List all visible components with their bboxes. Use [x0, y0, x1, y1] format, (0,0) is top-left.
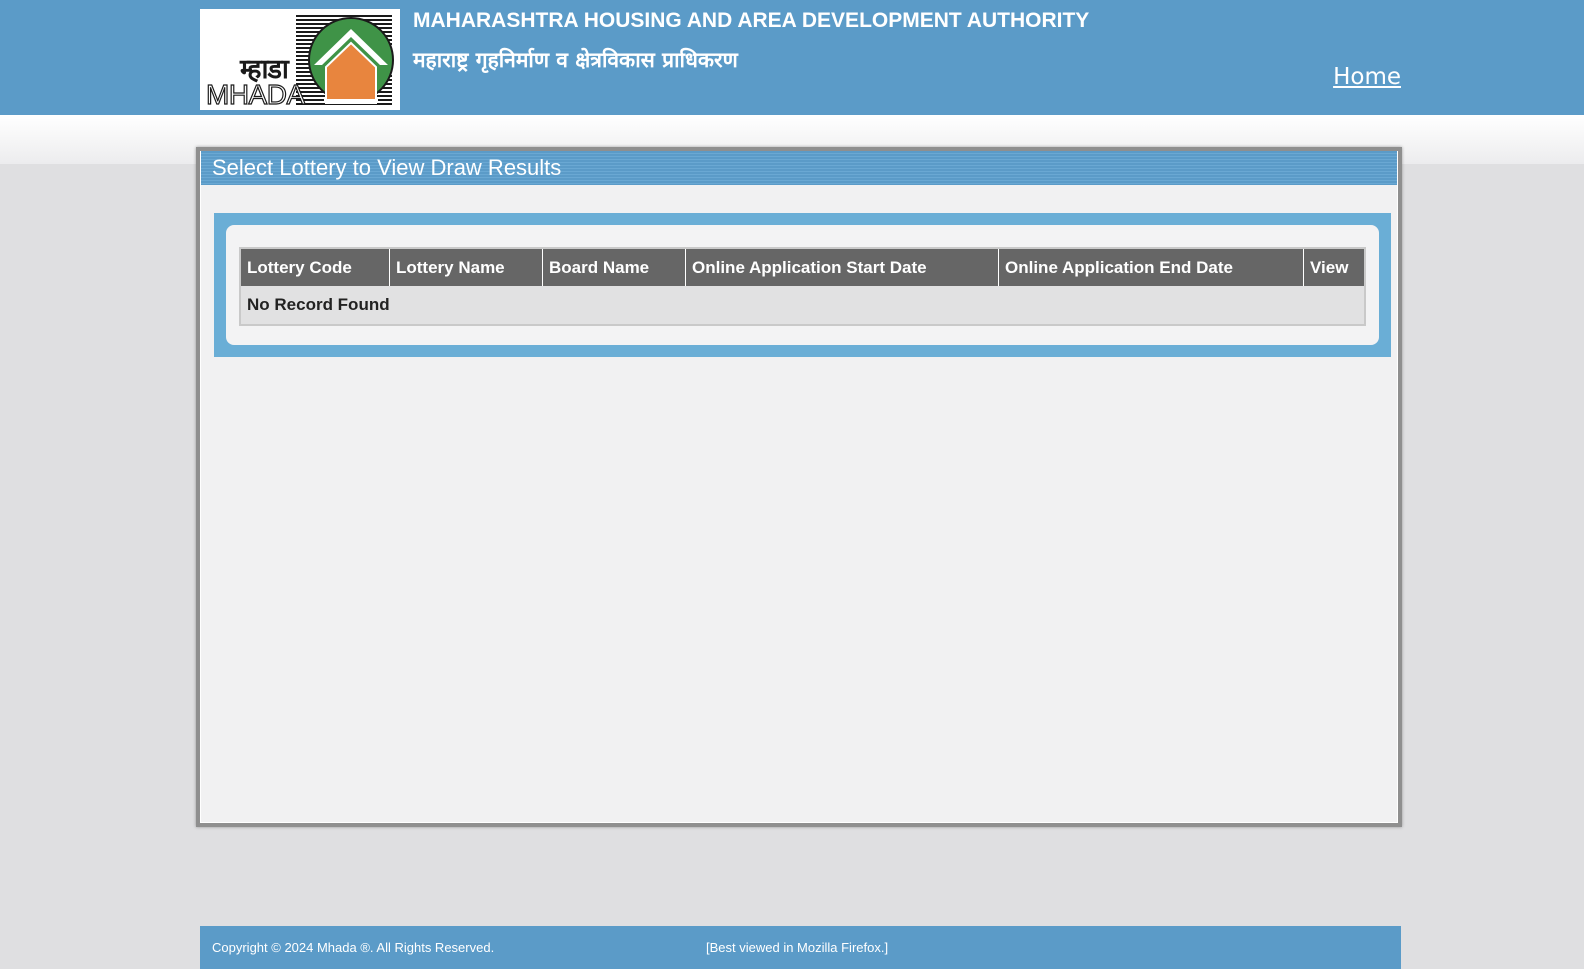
table-row: No Record Found: [240, 286, 1365, 325]
site-footer: Copyright © 2024 Mhada ®. All Rights Res…: [200, 926, 1401, 969]
table-card: Lottery Code Lottery Name Board Name Onl…: [226, 225, 1379, 345]
table-frame: Lottery Code Lottery Name Board Name Onl…: [214, 213, 1391, 357]
column-header-lottery-name: Lottery Name: [389, 248, 543, 286]
site-header: म्हाडा MHADA MAHARASHTRA HOUSING AND ARE…: [0, 0, 1584, 115]
footer-copyright: Copyright © 2024 Mhada ®. All Rights Res…: [212, 940, 495, 955]
org-name-english: MAHARASHTRA HOUSING AND AREA DEVELOPMENT…: [413, 9, 1090, 32]
logo-english-text: MHADA: [205, 78, 305, 110]
house-icon: [314, 29, 388, 104]
org-name-marathi: महाराष्ट्र गृहनिर्माण व क्षेत्रविकास प्र…: [413, 48, 738, 72]
column-header-end-date: Online Application End Date: [998, 248, 1304, 286]
column-header-lottery-code: Lottery Code: [240, 248, 390, 286]
column-header-board-name: Board Name: [542, 248, 686, 286]
panel-title: Select Lottery to View Draw Results: [212, 155, 562, 180]
lottery-table: Lottery Code Lottery Name Board Name Onl…: [239, 247, 1366, 326]
panel-title-bar: Select Lottery to View Draw Results: [201, 151, 1397, 185]
home-link[interactable]: Home: [1333, 64, 1401, 90]
mhada-logo[interactable]: म्हाडा MHADA: [200, 9, 400, 110]
table-header-row: Lottery Code Lottery Name Board Name Onl…: [240, 248, 1365, 286]
lottery-results-panel: Select Lottery to View Draw Results Lott…: [196, 147, 1402, 827]
empty-message: No Record Found: [240, 286, 1365, 325]
column-header-start-date: Online Application Start Date: [685, 248, 999, 286]
footer-browser-note: [Best viewed in Mozilla Firefox.]: [706, 940, 889, 955]
column-header-view: View: [1303, 248, 1365, 286]
